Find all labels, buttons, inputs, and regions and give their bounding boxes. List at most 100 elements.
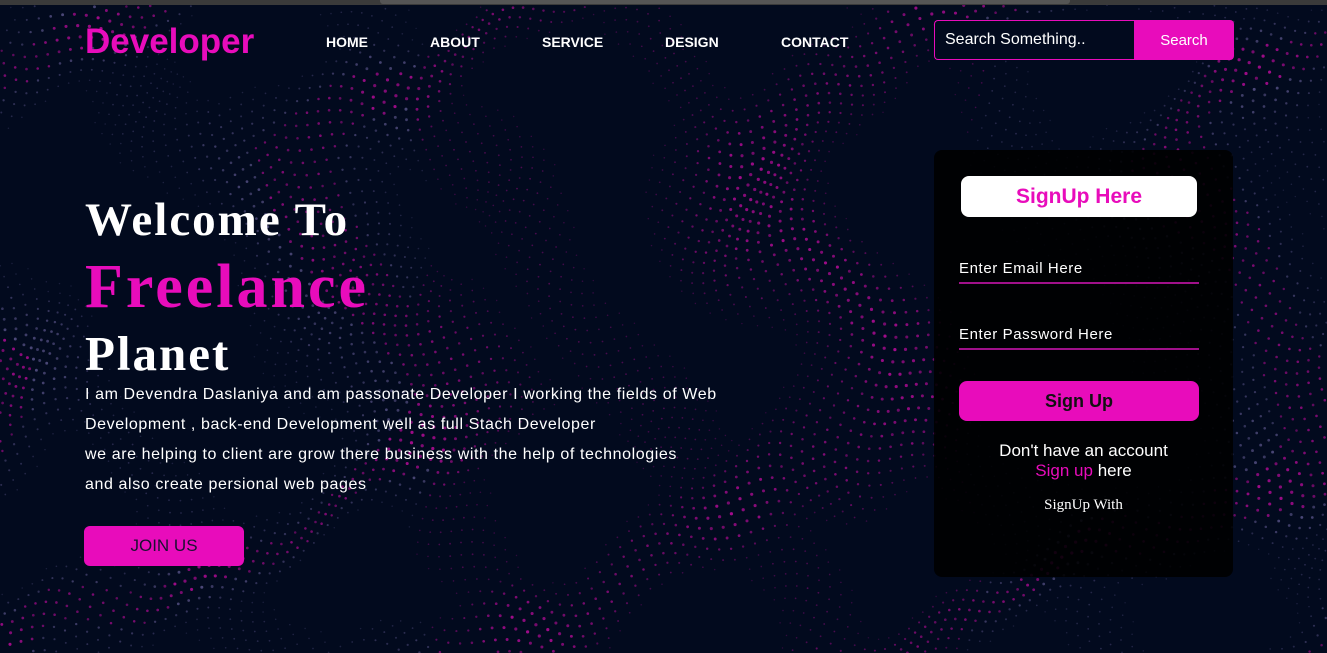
particle-dot (463, 516, 465, 519)
particle-dot (721, 525, 725, 529)
particle-dot (708, 72, 710, 75)
particle-dot (288, 406, 290, 409)
particle-dot (395, 275, 399, 278)
particle-dot (295, 99, 299, 103)
particle-dot (702, 191, 706, 195)
particle-dot (425, 179, 427, 182)
particle-dot (3, 275, 5, 278)
search-button[interactable]: Search (1134, 20, 1234, 60)
particle-dot (926, 476, 928, 478)
particle-dot (662, 551, 665, 555)
particle-dot (467, 629, 470, 632)
password-field[interactable] (959, 320, 1199, 350)
particle-dot (255, 515, 258, 517)
particle-dot (450, 530, 453, 533)
particle-dot (784, 283, 787, 286)
particle-dot (426, 105, 430, 108)
particle-dot (1311, 336, 1314, 339)
particle-dot (729, 164, 733, 169)
particle-dot (446, 471, 450, 475)
particle-dot (1256, 473, 1260, 477)
particle-dot (714, 464, 717, 467)
particle-dot (217, 190, 220, 193)
particle-dot (986, 147, 989, 150)
particle-dot (383, 631, 386, 634)
particle-dot (32, 336, 36, 340)
particle-dot (112, 72, 114, 74)
particle-dot (732, 197, 737, 201)
particle-dot (1120, 639, 1122, 641)
nav-design-link[interactable]: DESIGN (665, 34, 719, 50)
particle-dot (357, 509, 359, 511)
particle-dot (1255, 431, 1259, 435)
particle-dot (1203, 74, 1207, 78)
nav-contact-link[interactable]: CONTACT (781, 34, 848, 50)
particle-dot (500, 231, 503, 233)
nav-service-link[interactable]: SERVICE (542, 34, 603, 50)
site-logo[interactable]: Developer (85, 20, 254, 64)
particle-dot (1156, 123, 1159, 127)
particle-dot (1262, 373, 1266, 377)
join-us-button[interactable]: JOIN US (84, 526, 244, 566)
particle-dot (1177, 88, 1180, 91)
particle-dot (422, 284, 425, 287)
particle-dot (467, 591, 470, 593)
particle-dot (654, 437, 656, 440)
particle-dot (1, 377, 5, 381)
particle-dot (846, 441, 850, 445)
particle-dot (1265, 198, 1268, 201)
particle-dot (795, 64, 798, 67)
search-input[interactable] (934, 20, 1134, 60)
particle-dot (1220, 121, 1224, 124)
particle-dot (1322, 538, 1324, 540)
particle-dot (18, 375, 21, 379)
particle-dot (1141, 583, 1143, 586)
particle-dot (273, 325, 276, 328)
particle-dot (956, 647, 958, 650)
particle-dot (477, 28, 481, 32)
particle-dot (833, 460, 837, 464)
nav-about-link[interactable]: ABOUT (430, 34, 480, 50)
particle-dot (1197, 71, 1200, 75)
particle-dot (22, 293, 24, 296)
particle-dot (746, 229, 750, 233)
particle-dot (1301, 337, 1304, 340)
particle-dot (251, 601, 254, 604)
particle-dot (1186, 131, 1189, 134)
particle-dot (614, 610, 617, 613)
particle-dot (146, 609, 149, 613)
particle-dot (471, 553, 474, 556)
particle-dot (1267, 246, 1271, 250)
particle-dot (779, 229, 783, 233)
particle-dot (734, 257, 738, 260)
particle-dot (789, 444, 793, 448)
particle-dot (1251, 532, 1254, 535)
email-field[interactable] (959, 254, 1199, 284)
particle-dot (1038, 593, 1042, 596)
particle-dot (0, 265, 1, 267)
sign-up-button[interactable]: Sign Up (959, 381, 1199, 421)
particle-dot (340, 356, 344, 359)
particle-dot (1314, 32, 1317, 35)
particle-dot (473, 516, 476, 518)
particle-dot (745, 459, 749, 463)
particle-dot (1282, 189, 1285, 191)
particle-dot (163, 68, 166, 70)
particle-dot (1254, 252, 1258, 255)
particle-dot (21, 386, 25, 390)
sign-up-link[interactable]: Sign up (1035, 461, 1093, 480)
particle-dot (292, 556, 295, 559)
particle-dot (1185, 120, 1189, 124)
particle-dot (404, 107, 408, 111)
particle-dot (820, 170, 823, 172)
particle-dot (534, 623, 538, 627)
particle-dot (675, 202, 678, 205)
particle-dot (1308, 650, 1311, 653)
nav-home-link[interactable]: HOME (326, 34, 368, 50)
particle-dot (149, 597, 153, 601)
particle-dot (904, 383, 908, 388)
particle-dot (682, 543, 685, 546)
particle-dot (1169, 107, 1173, 110)
particle-dot (1003, 85, 1006, 88)
particle-dot (153, 585, 157, 588)
